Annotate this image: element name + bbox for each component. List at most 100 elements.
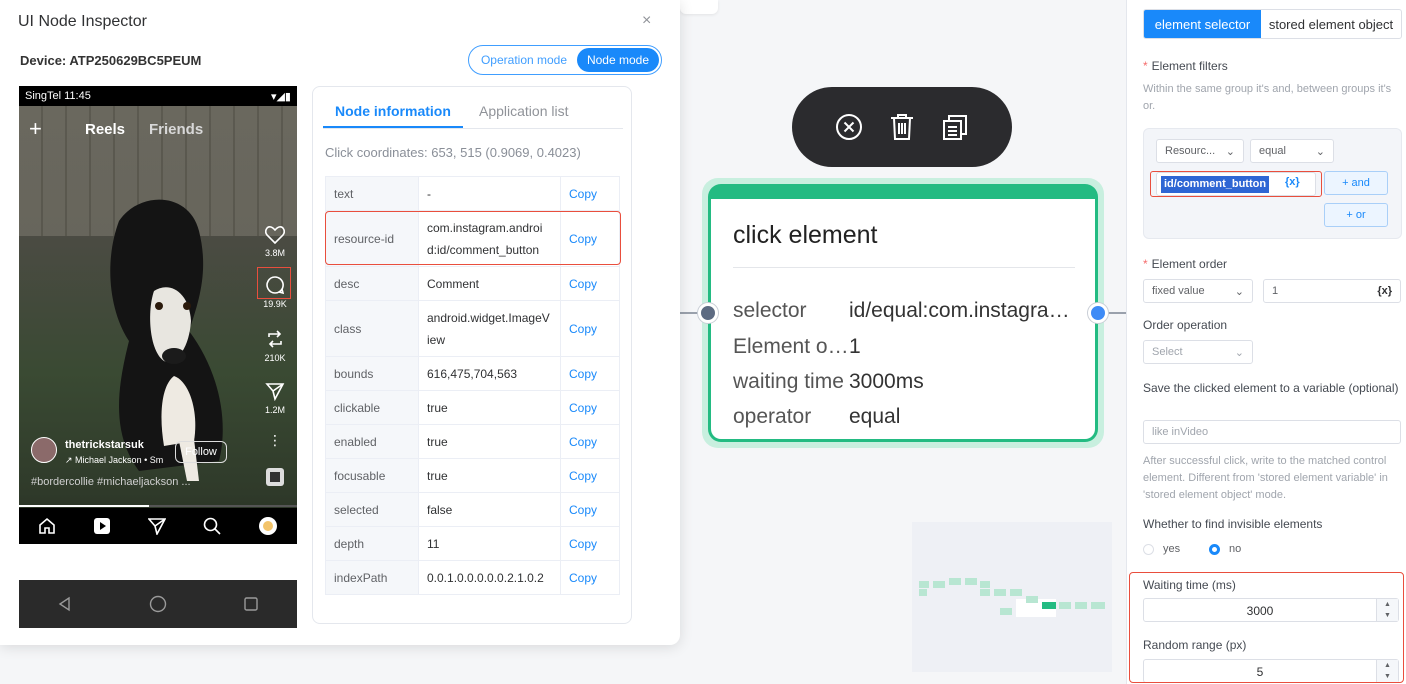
close-icon[interactable]: ×: [642, 12, 651, 30]
avatar[interactable]: [31, 437, 57, 463]
reels-tab[interactable]: Reels: [85, 121, 125, 138]
back-icon[interactable]: [57, 596, 73, 612]
reposts-count: 210K: [264, 353, 286, 363]
follow-button[interactable]: Follow: [175, 441, 227, 463]
selected-node-highlight: [257, 267, 291, 299]
tab-node-information[interactable]: Node information: [335, 103, 451, 119]
table-row: selected false Copy: [325, 492, 620, 527]
node-attribute-table: text - Copy resource-id com.instagram.andro…: [325, 176, 620, 595]
node-row-waiting: waiting time 3000ms: [733, 370, 1077, 394]
like-action[interactable]: 3.8M: [259, 226, 291, 258]
random-range-input[interactable]: 5 ▲ ▼: [1143, 659, 1399, 683]
add-and-button[interactable]: + and: [1324, 171, 1388, 195]
save-variable-input[interactable]: like inVideo: [1143, 420, 1401, 444]
filter-group: Resourc... ⌄ equal ⌄ id/comment_button {x}…: [1143, 128, 1402, 239]
close-circle-icon[interactable]: [832, 110, 866, 144]
copy-button[interactable]: Copy: [560, 526, 620, 561]
stepper-icon[interactable]: ▲ ▼: [1376, 660, 1398, 682]
element-filters-hint: Within the same group it's and, between …: [1143, 83, 1392, 112]
home-circle-icon[interactable]: [149, 595, 167, 613]
waiting-time-input[interactable]: 3000 ▲ ▼: [1143, 598, 1399, 622]
required-mark: *: [1143, 257, 1148, 271]
variable-insert-icon[interactable]: {x}: [1377, 285, 1392, 297]
order-operation-select[interactable]: Select ⌄: [1143, 340, 1253, 364]
node-input-port[interactable]: [698, 303, 718, 323]
author-row: thetrickstarsuk ↗ Michael Jackson • Sm F…: [31, 437, 261, 469]
order-mode-select[interactable]: fixed value ⌄: [1143, 279, 1253, 303]
radio-yes[interactable]: yes: [1143, 543, 1180, 555]
node-settings-panel: element selector stored element object *…: [1126, 0, 1406, 684]
node-row-order: Element order1: [733, 335, 1077, 359]
required-mark: *: [1143, 59, 1148, 73]
repost-action[interactable]: 210K: [259, 329, 291, 363]
dialog-title: UI Node Inspector: [18, 13, 147, 30]
attr-value: android.widget.ImageView: [418, 300, 561, 357]
copy-button[interactable]: Copy: [560, 560, 620, 595]
attr-value: false: [418, 492, 561, 527]
element-selector-tab[interactable]: element selector: [1144, 10, 1261, 38]
plus-icon[interactable]: +: [29, 118, 42, 140]
attr-value: true: [418, 424, 561, 459]
author-name[interactable]: thetrickstarsuk: [65, 439, 144, 451]
stepper-icon[interactable]: ▲ ▼: [1376, 599, 1398, 621]
stored-element-object-tab[interactable]: stored element object: [1261, 10, 1401, 38]
hashtags[interactable]: #bordercollie #michaeljackson ...: [31, 476, 191, 488]
share-action[interactable]: 1.2M: [259, 381, 291, 415]
send-icon[interactable]: [147, 517, 166, 535]
search-icon[interactable]: [203, 517, 221, 535]
attr-key: desc: [325, 266, 419, 301]
node-output-port[interactable]: [1088, 303, 1108, 323]
audio-thumb[interactable]: [259, 467, 291, 489]
copy-button[interactable]: Copy: [560, 176, 620, 211]
attr-value: 616,475,704,563: [418, 356, 561, 391]
device-screenshot[interactable]: SingTel 11:45 ▾◢▮ + Reels Friends 3.8M 1…: [19, 86, 297, 628]
attr-key: enabled: [325, 424, 419, 459]
copy-button[interactable]: Copy: [560, 266, 620, 301]
node-info-panel: Node information Application list Click …: [312, 86, 632, 624]
trash-icon[interactable]: [885, 110, 919, 144]
node-mode-button[interactable]: Node mode: [577, 48, 659, 72]
likes-count: 3.8M: [264, 248, 285, 258]
copy-button[interactable]: Copy: [560, 210, 620, 267]
order-value-input[interactable]: 1 {x}: [1263, 279, 1401, 303]
copy-button[interactable]: Copy: [560, 300, 620, 357]
send-icon: [265, 383, 285, 401]
element-order-label: * Element order: [1143, 257, 1227, 271]
copy-button[interactable]: Copy: [560, 492, 620, 527]
attr-key: resource-id: [325, 210, 419, 267]
tab-application-list[interactable]: Application list: [479, 103, 569, 119]
copy-button[interactable]: Copy: [560, 390, 620, 425]
filter-operator-value: equal: [1259, 145, 1286, 157]
recents-icon[interactable]: [243, 596, 259, 612]
more-icon[interactable]: ⋮: [259, 432, 291, 449]
attr-value: 0.0.1.0.0.0.0.0.2.1.0.2: [418, 560, 561, 595]
radio-no[interactable]: no: [1209, 543, 1241, 555]
attr-key: focusable: [325, 458, 419, 493]
invisible-elements-label: Whether to find invisible elements: [1143, 517, 1323, 531]
selector-mode-switch: element selector stored element object: [1143, 9, 1402, 39]
filter-operator-select[interactable]: equal ⌄: [1250, 139, 1334, 163]
order-operation-label: Order operation: [1143, 318, 1228, 332]
copy-button[interactable]: Copy: [560, 458, 620, 493]
filter-value-input[interactable]: id/comment_button {x}: [1156, 172, 1316, 196]
copy-button[interactable]: Copy: [560, 424, 620, 459]
home-icon[interactable]: [38, 517, 56, 535]
radio-dot: [1143, 543, 1154, 555]
mode-switch: Operation mode Node mode: [468, 45, 662, 75]
comments-count: 19.9K: [263, 299, 287, 309]
reels-header: + Reels Friends: [19, 118, 297, 144]
song-label[interactable]: ↗ Michael Jackson • Sm: [65, 455, 175, 466]
profile-avatar-icon[interactable]: [258, 516, 278, 536]
copy-button[interactable]: Copy: [560, 356, 620, 391]
filter-field-select[interactable]: Resourc... ⌄: [1156, 139, 1244, 163]
operation-mode-button[interactable]: Operation mode: [471, 48, 577, 72]
click-element-node[interactable]: click element selector id/equal:com.insta…: [708, 184, 1098, 442]
copy-icon[interactable]: [938, 110, 972, 144]
attr-key: depth: [325, 526, 419, 561]
minimap[interactable]: [912, 522, 1112, 672]
reels-icon[interactable]: [93, 517, 111, 535]
friends-tab[interactable]: Friends: [149, 121, 203, 138]
canvas-top-element: [680, 0, 718, 14]
add-or-button[interactable]: + or: [1324, 203, 1388, 227]
variable-insert-icon[interactable]: {x}: [1285, 176, 1313, 188]
